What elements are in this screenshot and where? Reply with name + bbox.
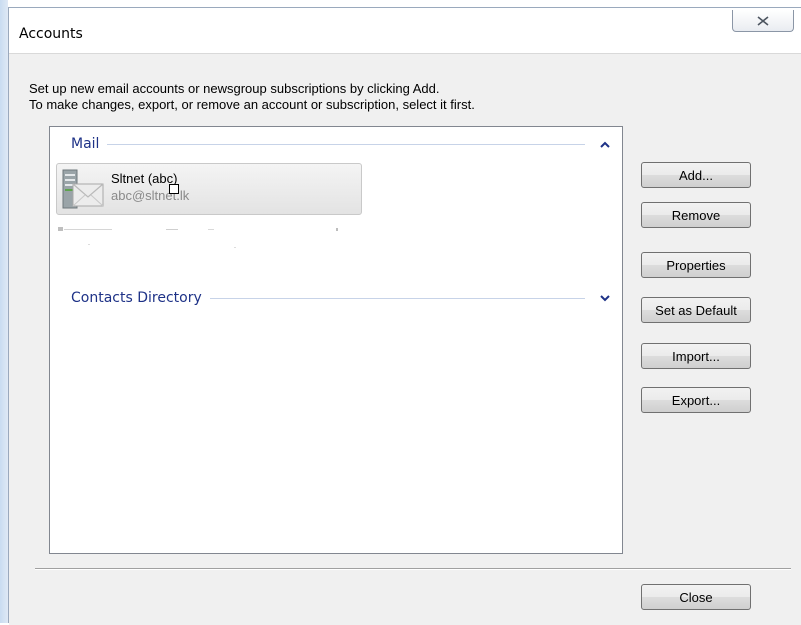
contacts-section-label: Contacts Directory bbox=[71, 290, 202, 306]
instruction-line-1: Set up new email accounts or newsgroup s… bbox=[29, 81, 440, 96]
window-title: Accounts bbox=[19, 26, 83, 42]
export-button[interactable]: Export... bbox=[641, 387, 751, 413]
accounts-dialog: Accounts Set up new email accounts or ne… bbox=[8, 7, 801, 625]
instructions: Set up new email accounts or newsgroup s… bbox=[29, 81, 475, 113]
mail-server-icon bbox=[62, 169, 104, 209]
remove-button[interactable]: Remove bbox=[641, 202, 751, 228]
set-as-default-button[interactable]: Set as Default bbox=[641, 297, 751, 323]
title-bar: Accounts bbox=[9, 8, 801, 53]
mail-section-header[interactable]: Mail bbox=[71, 135, 611, 153]
account-item-sltnet[interactable]: Sltnet (abc) abc@sltnet.lk bbox=[56, 163, 362, 215]
background-edge bbox=[0, 0, 8, 623]
accounts-list[interactable]: Mail Sltnet (abc) abc@sltnet.lk Contacts… bbox=[49, 126, 623, 554]
close-icon bbox=[757, 15, 769, 26]
close-button[interactable]: Close bbox=[641, 584, 751, 610]
close-window-button[interactable] bbox=[732, 10, 794, 32]
chevron-down-icon[interactable] bbox=[599, 293, 611, 303]
mouse-cursor bbox=[169, 184, 179, 194]
section-divider bbox=[209, 297, 585, 299]
instruction-line-2: To make changes, export, or remove an ac… bbox=[29, 97, 475, 112]
contacts-section-header[interactable]: Contacts Directory bbox=[71, 289, 611, 307]
chevron-up-icon[interactable] bbox=[599, 139, 611, 149]
add-button[interactable]: Add... bbox=[641, 162, 751, 188]
section-divider bbox=[107, 143, 585, 145]
dialog-body: Set up new email accounts or newsgroup s… bbox=[9, 53, 801, 625]
account-name: Sltnet (abc) bbox=[111, 171, 178, 186]
footer-divider bbox=[35, 568, 791, 570]
blurred-account-entry bbox=[58, 227, 338, 248]
import-button[interactable]: Import... bbox=[641, 343, 751, 369]
properties-button[interactable]: Properties bbox=[641, 252, 751, 278]
mail-section-label: Mail bbox=[71, 136, 100, 152]
